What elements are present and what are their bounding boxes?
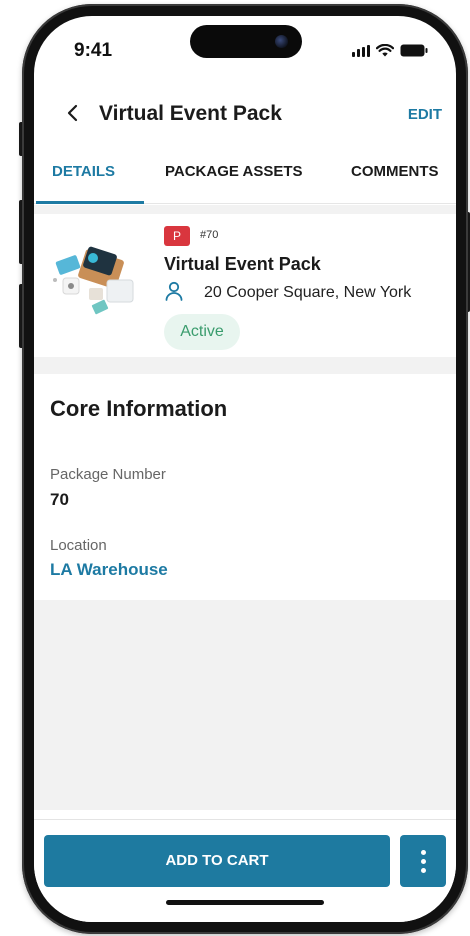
dynamic-island — [190, 25, 302, 58]
package-address: 20 Cooper Square, New York — [204, 284, 412, 301]
back-button[interactable] — [60, 98, 84, 128]
person-icon — [165, 281, 183, 301]
add-to-cart-button[interactable]: ADD TO CART — [44, 835, 390, 887]
tab-details[interactable]: DETAILS — [52, 163, 115, 180]
bottom-action-bar: ADD TO CART — [34, 819, 456, 922]
location-link[interactable]: LA Warehouse — [50, 560, 168, 580]
tab-bar: DETAILS PACKAGE ASSETS COMMENTS — [34, 156, 456, 204]
tab-comments[interactable]: COMMENTS — [351, 163, 439, 180]
field-label-location: Location — [50, 537, 107, 554]
field-label-package-number: Package Number — [50, 466, 166, 483]
empty-content-area — [34, 600, 456, 810]
package-thumbnail — [53, 246, 134, 315]
status-time: 9:41 — [74, 40, 113, 61]
cellular-signal-icon — [352, 44, 370, 57]
status-icons — [352, 44, 428, 57]
status-badge: Active — [164, 314, 240, 350]
tab-package-assets[interactable]: PACKAGE ASSETS — [165, 163, 303, 180]
field-value-package-number: 70 — [50, 490, 69, 509]
section-divider — [34, 205, 456, 214]
screen: 9:41 Virtual Event Pack EDIT DETAILS PAC… — [34, 16, 456, 922]
chevron-left-icon — [67, 104, 78, 122]
active-tab-indicator — [36, 201, 144, 204]
package-number-tag: #70 — [200, 229, 219, 241]
more-options-button[interactable] — [400, 835, 446, 887]
package-type-badge: P — [164, 226, 190, 246]
top-app-bar: Virtual Event Pack EDIT — [34, 88, 456, 138]
wifi-icon — [376, 44, 394, 57]
core-information-section: Core Information Package Number 70 Locat… — [34, 374, 456, 600]
battery-icon — [400, 44, 428, 57]
page-title: Virtual Event Pack — [99, 102, 282, 125]
front-camera — [275, 35, 288, 48]
edit-button[interactable]: EDIT — [408, 106, 442, 123]
package-name: Virtual Event Pack — [164, 254, 321, 274]
package-summary-card: P #70 Virtual Event Pack 20 Cooper Squar… — [34, 214, 456, 357]
section-title: Core Information — [50, 396, 228, 421]
phone-frame: 9:41 Virtual Event Pack EDIT DETAILS PAC… — [22, 4, 468, 934]
home-indicator — [166, 900, 324, 905]
section-divider — [34, 357, 456, 374]
kebab-menu-icon — [420, 849, 426, 855]
